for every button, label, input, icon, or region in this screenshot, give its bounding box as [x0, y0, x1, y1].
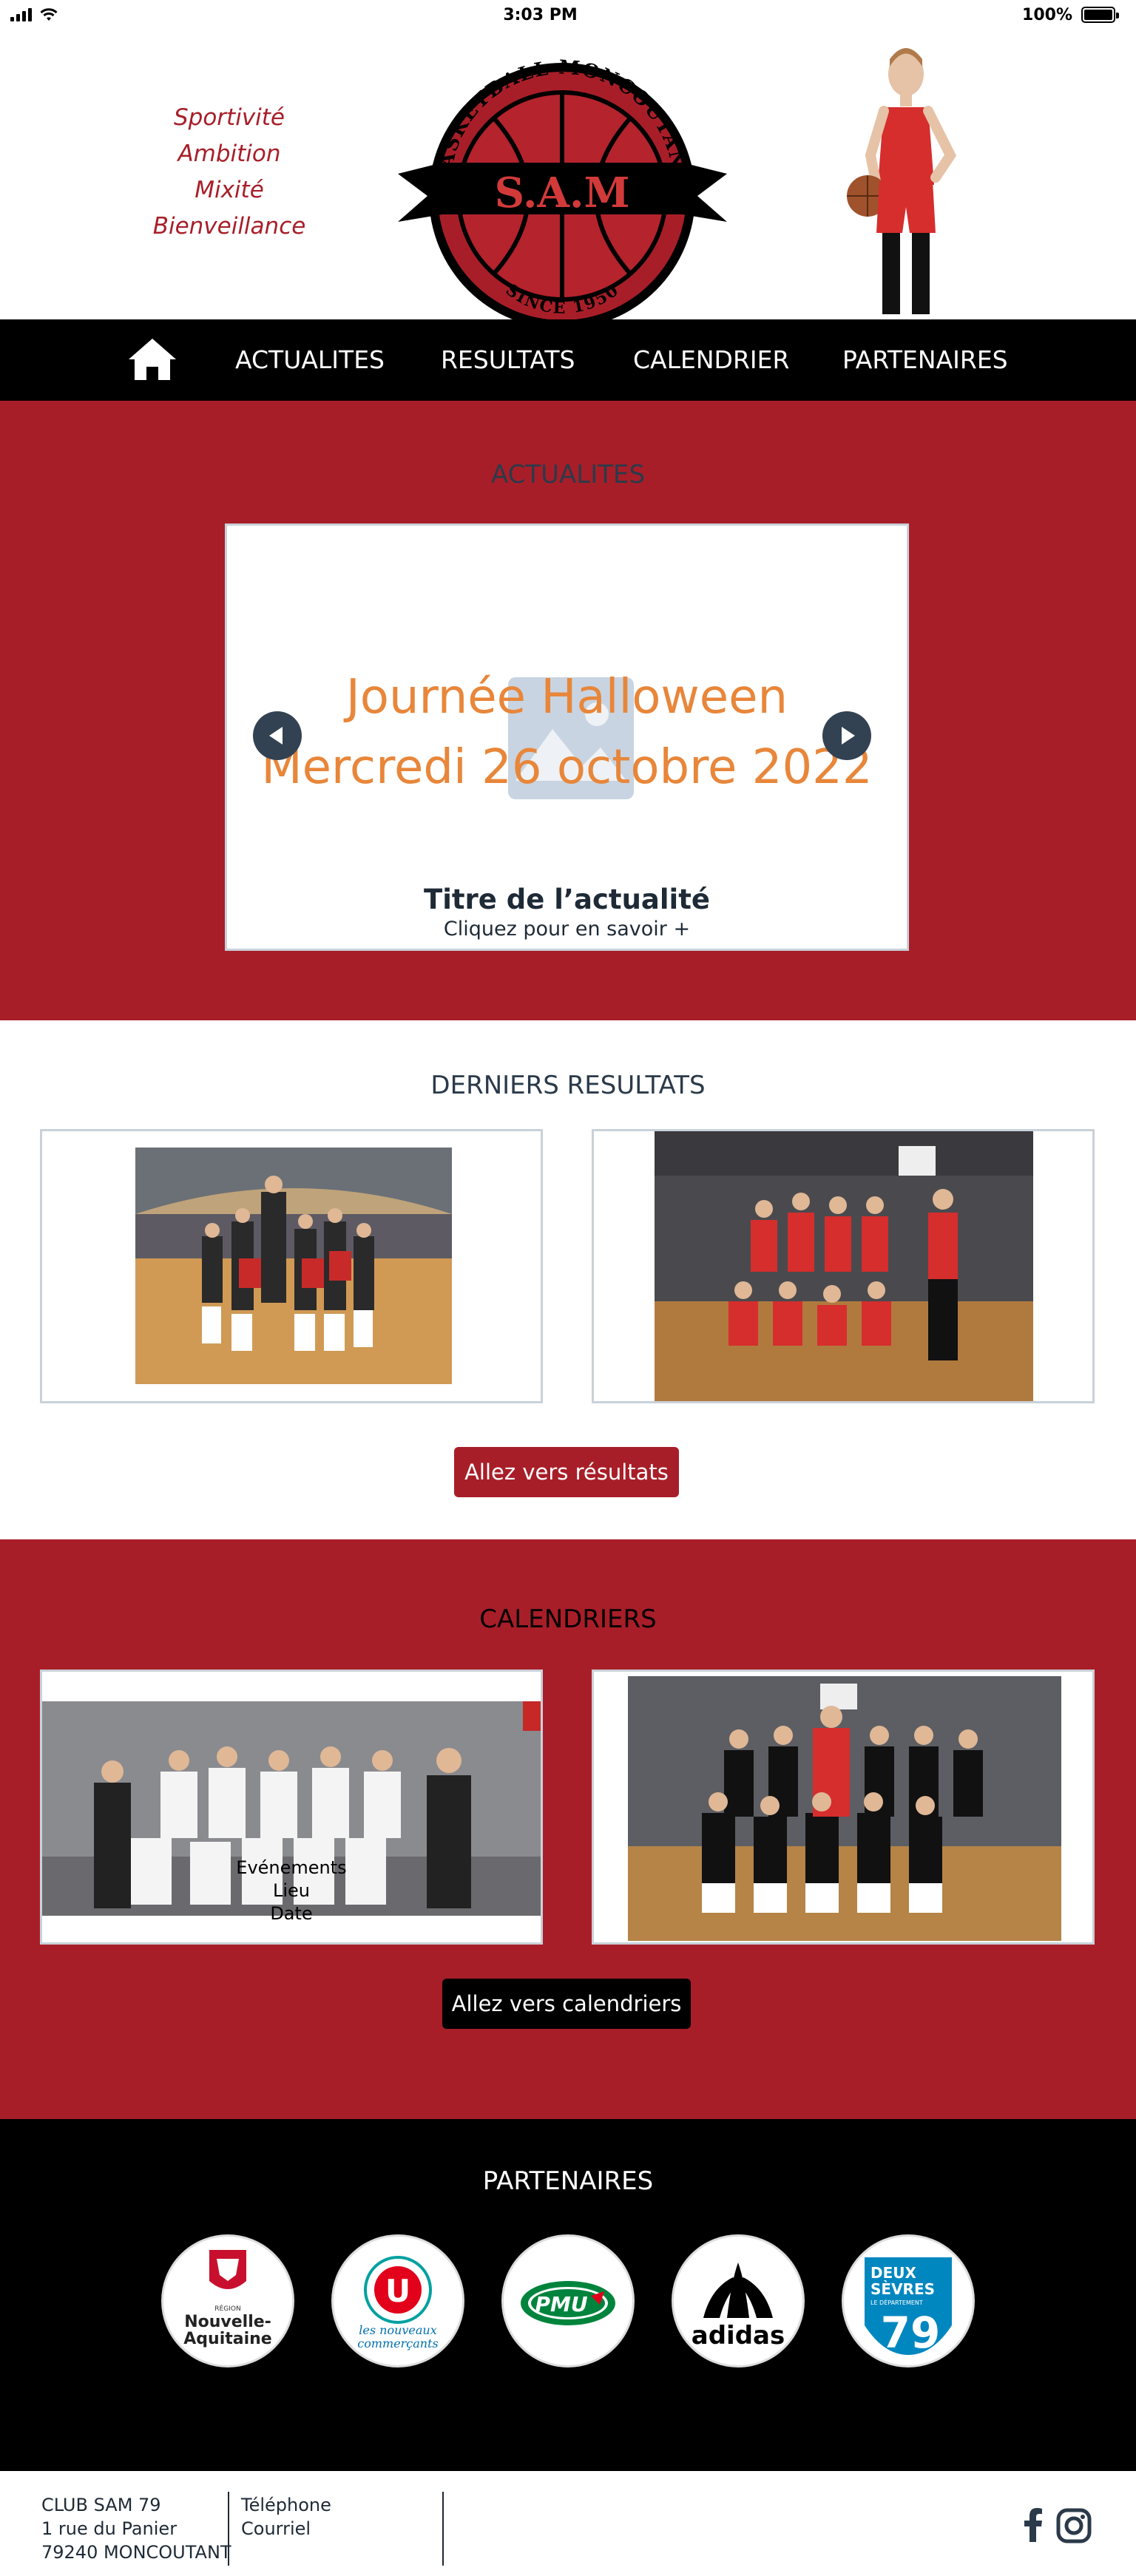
actualites-heading: ACTUALITES: [490, 460, 646, 489]
slogan-list: Sportivité Ambition Mixité Bienveillance: [126, 100, 333, 245]
pmu-text: PMU: [535, 2292, 587, 2316]
battery-icon: [1081, 7, 1119, 23]
slogan-item: Sportivité: [173, 104, 285, 131]
footer-phone[interactable]: Téléphone: [241, 2493, 331, 2517]
region-logo-line1: RÉGION: [214, 2304, 240, 2313]
adidas-logo: adidas: [692, 2263, 785, 2350]
super-u-line2: commerçants: [357, 2336, 439, 2350]
event-location: Lieu: [272, 1880, 310, 1901]
deux-sevres-logo: DEUX SÈVRES LE DÉPARTEMENT 79: [865, 2257, 952, 2358]
site-footer: CLUB SAM 79 1 rue du Panier 79240 MONCOU…: [0, 2471, 1136, 2576]
partner-pmu[interactable]: PMU: [501, 2234, 635, 2367]
region-logo-line2: Nouvelle-: [184, 2313, 271, 2331]
super-u-letter: U: [385, 2273, 410, 2309]
footer-divider: [442, 2492, 444, 2566]
calendriers-heading: CALENDRIERS: [479, 1604, 657, 1634]
logo-banner-text: S.A.M: [495, 169, 630, 217]
footer-club-name: CLUB SAM 79: [41, 2495, 161, 2515]
status-time: 3:03 PM: [503, 5, 578, 24]
carousel-next-arrow-icon[interactable]: [822, 711, 871, 760]
footer-city: 79240 MONCOUTANT: [41, 2542, 231, 2563]
club-logo[interactable]: BASKETBALL MONCOUTANT S.A.M SINCE 1950: [398, 44, 727, 340]
super-u-line1: les nouveaux: [359, 2323, 437, 2337]
partner-adidas[interactable]: adidas: [672, 2234, 805, 2367]
signal-wifi: [10, 7, 58, 22]
team-photo-1: [135, 1148, 452, 1384]
nav-calendrier[interactable]: CALENDRIER: [633, 319, 789, 401]
result-card-1[interactable]: [40, 1129, 543, 1403]
status-bar: 3:03 PM 100%: [0, 0, 1136, 30]
deux-sevres-line3: LE DÉPARTEMENT: [870, 2298, 923, 2306]
super-u-logo: U les nouveaux commerçants: [357, 2256, 439, 2350]
partners-heading: PARTENAIRES: [482, 2166, 654, 2196]
event-label: Evénements: [236, 1857, 347, 1878]
home-icon[interactable]: [127, 337, 178, 382]
team-photo-2: [655, 1131, 1033, 1401]
event-date: Date: [270, 1903, 313, 1924]
region-logo-line3: Aquitaine: [183, 2330, 271, 2348]
slogan-item: Ambition: [178, 140, 281, 167]
nav-partenaires[interactable]: PARTENAIRES: [842, 319, 1008, 401]
footer-address: CLUB SAM 79 1 rue du Panier 79240 MONCOU…: [41, 2493, 231, 2564]
instagram-icon[interactable]: [1056, 2508, 1092, 2543]
deux-sevres-line2: SÈVRES: [870, 2280, 935, 2298]
news-carousel-card[interactable]: Journée Halloween Mercredi 26 octobre 20…: [225, 523, 909, 951]
news-headline-line1: Journée Halloween: [345, 670, 788, 725]
footer-email[interactable]: Courriel: [241, 2517, 331, 2541]
footer-street: 1 rue du Panier: [41, 2518, 178, 2539]
partners-section: PARTENAIRES RÉGION Nouvelle- Aquitaine U…: [0, 2119, 1136, 2471]
main-nav: ACTUALITES RESULTATS CALENDRIER PARTENAI…: [0, 319, 1136, 401]
deux-sevres-line1: DEUX: [870, 2264, 917, 2282]
calendar-card-2[interactable]: [592, 1670, 1095, 1945]
calendar-card-1[interactable]: Evénements Lieu Date: [40, 1670, 543, 1945]
footer-contact: Téléphone Courriel: [241, 2493, 331, 2541]
slogan-item: Bienveillance: [152, 213, 306, 240]
player-image: [847, 48, 957, 314]
region-logo: RÉGION Nouvelle- Aquitaine: [183, 2250, 272, 2348]
site-header: Sportivité Ambition Mixité Bienveillance…: [0, 30, 1136, 329]
news-headline-line2: Mercredi 26 octobre 2022: [261, 740, 873, 795]
result-card-2[interactable]: [592, 1129, 1095, 1403]
signal-icon: [10, 8, 32, 21]
slogan-item: Mixité: [195, 177, 264, 203]
team-photo-4: [628, 1676, 1061, 1941]
calendars-button[interactable]: Allez vers calendriers: [442, 1979, 691, 2029]
nav-actualites[interactable]: ACTUALITES: [235, 319, 385, 401]
partner-region-nouvelle-aquitaine[interactable]: RÉGION Nouvelle- Aquitaine: [161, 2234, 294, 2367]
nav-resultats[interactable]: RESULTATS: [441, 319, 575, 401]
deux-sevres-number: 79: [881, 2308, 941, 2358]
carousel-prev-arrow-icon[interactable]: [253, 711, 302, 760]
results-button[interactable]: Allez vers résultats: [454, 1447, 679, 1497]
partner-super-u[interactable]: U les nouveaux commerçants: [331, 2234, 464, 2367]
news-title: Titre de l’actualité: [423, 884, 711, 915]
battery-percent: 100%: [1022, 5, 1072, 24]
facebook-icon[interactable]: [1022, 2506, 1044, 2542]
footer-divider: [228, 2492, 229, 2566]
news-read-more[interactable]: Cliquez pour en savoir +: [227, 918, 907, 940]
wifi-icon: [40, 8, 58, 21]
resultats-heading: DERNIERS RESULTATS: [430, 1071, 706, 1100]
pmu-logo: PMU: [521, 2281, 615, 2325]
partner-deux-sevres[interactable]: DEUX SÈVRES LE DÉPARTEMENT 79: [842, 2234, 975, 2367]
adidas-text: adidas: [692, 2321, 785, 2350]
